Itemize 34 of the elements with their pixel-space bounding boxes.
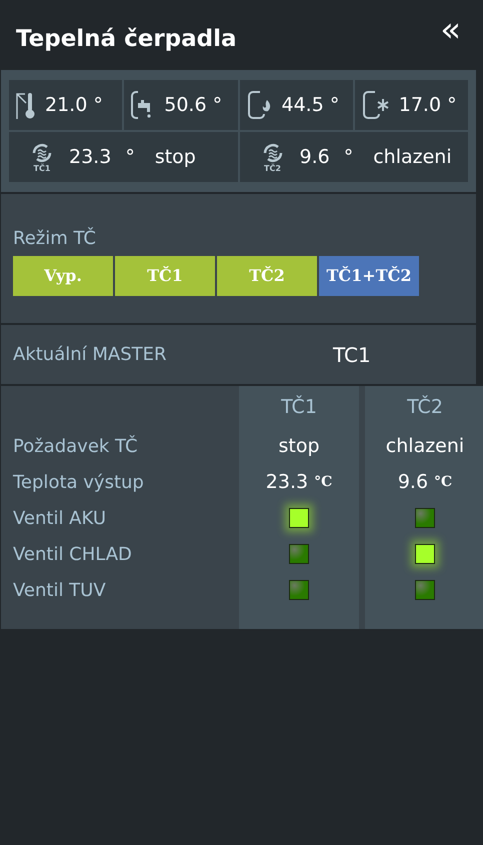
row-label: Teplota výstup <box>13 470 145 494</box>
mode-button[interactable]: TČ1+TČ2 <box>319 256 419 296</box>
status-value: chlazeni <box>386 434 464 459</box>
mode-button[interactable]: TČ1 <box>115 256 215 296</box>
master-label: Aktuální MASTER <box>13 343 168 367</box>
page-title: Tepelná čerpadla <box>16 24 237 54</box>
temperature-reading: 9.6 <box>300 144 330 170</box>
status-value: stop <box>278 434 320 459</box>
collapse-button[interactable]: « <box>440 13 461 57</box>
temperature-value: 9.6 <box>398 470 428 495</box>
temperature-reading: 50.6 ° <box>164 92 222 118</box>
celsius-unit: °C <box>314 472 332 492</box>
degree-unit: ° <box>344 144 354 170</box>
row-label: Požadavek TČ <box>13 434 139 458</box>
temperature-reading: 44.5 ° <box>282 92 340 118</box>
row-label: Ventil AKU <box>13 506 107 530</box>
column-header: TČ2 <box>407 394 443 420</box>
mode-label: Režim TČ <box>13 226 97 251</box>
master-value: TC1 <box>333 342 371 368</box>
mode-button[interactable]: Vyp. <box>13 256 113 296</box>
row-label: Ventil TUV <box>13 578 107 602</box>
degree-unit: ° <box>125 144 135 170</box>
column-header: TČ1 <box>281 394 317 420</box>
temperature-reading: 17.0 ° <box>398 92 457 118</box>
celsius-unit: °C <box>434 472 452 492</box>
tank-snowflake-icon <box>360 89 391 121</box>
temperature-reading: 21.0 ° <box>45 92 103 118</box>
pump-status: stop <box>154 144 196 170</box>
thermometer-icon <box>15 90 37 120</box>
row-label: Ventil CHLAD <box>13 542 133 566</box>
temperature-value: 23.3 <box>266 470 308 495</box>
pump-status: chlazeni <box>373 144 452 170</box>
mode-button[interactable]: TČ2 <box>217 256 317 296</box>
temperature-reading: 23.3 <box>69 144 112 170</box>
